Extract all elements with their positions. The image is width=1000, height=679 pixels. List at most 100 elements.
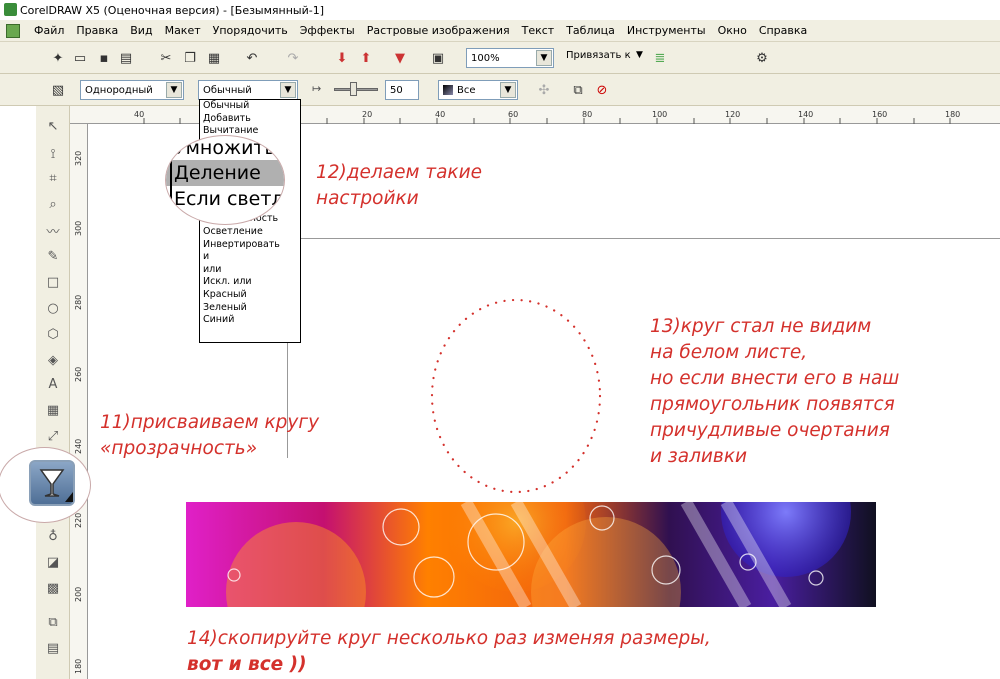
text-tool-icon[interactable]: A <box>43 374 63 394</box>
menu-layout[interactable]: Макет <box>159 24 207 37</box>
transparency-type-combo[interactable]: Однородный ▼ <box>80 80 184 100</box>
dotted-circle[interactable] <box>428 296 604 496</box>
print-icon[interactable]: ▤ <box>116 48 136 68</box>
ruler-top-tick: 140 <box>798 110 814 119</box>
copy-transparency-icon[interactable]: ⧉ <box>568 80 588 100</box>
transparency-type-value: Однородный <box>85 84 153 96</box>
rectangle-tool-icon[interactable]: □ <box>43 272 63 292</box>
smart-fill-icon[interactable]: ✎ <box>43 246 63 266</box>
export-icon[interactable]: ⬆ <box>356 48 376 68</box>
chevron-down-icon[interactable]: ▼ <box>280 82 296 98</box>
apply-to-combo[interactable]: Все ▼ <box>438 80 518 100</box>
annotation-line: 13)круг стал не видим <box>650 316 872 337</box>
ruler-top-tick: 100 <box>652 110 668 119</box>
menu-effects[interactable]: Эффекты <box>294 24 361 37</box>
dropdown-item[interactable]: Искл. или <box>200 276 300 289</box>
ruler-left-tick: 300 <box>74 220 83 236</box>
gradient-rectangle[interactable] <box>186 502 876 607</box>
annotation-line: на белом листе, <box>650 342 808 363</box>
snap-to-label[interactable]: Привязать к <box>566 50 631 61</box>
undo-icon[interactable]: ↶ <box>242 48 262 68</box>
outline-tool-icon[interactable]: ⧉ <box>43 612 63 632</box>
zoom-value: 100% <box>471 52 500 64</box>
zoom-combo[interactable]: 100% ▼ <box>466 48 554 68</box>
table-tool-icon[interactable]: ▦ <box>43 400 63 420</box>
basic-shapes-icon[interactable]: ◈ <box>43 350 63 370</box>
ruler-left-tick: 220 <box>74 512 83 528</box>
annotation-line: 14)скопируйте круг несколько раз изменяя… <box>187 628 711 649</box>
freehand-tool-icon[interactable]: 〰 <box>43 220 63 240</box>
settings-icon[interactable]: ⚙ <box>752 48 772 68</box>
ruler-left-tick: 180 <box>74 658 83 674</box>
dropdown-item[interactable]: Осветление <box>200 226 300 239</box>
launcher-icon[interactable]: ▼ <box>390 48 410 68</box>
annotation-line: «прозрачность» <box>100 438 258 459</box>
dropdown-item[interactable]: или <box>200 264 300 277</box>
open-icon[interactable]: ▭ <box>70 48 90 68</box>
copy-icon[interactable]: ❐ <box>180 48 200 68</box>
menu-tools[interactable]: Инструменты <box>621 24 712 37</box>
ruler-top-tick: 60 <box>508 110 519 119</box>
fill-tool-icon[interactable]: ◪ <box>43 552 63 572</box>
standard-toolbar: ✦ ▭ ▪ ▤ ✂ ❐ ▦ ↶ ↷ ⬇ ⬆ ▼ ▣ 100% ▼ Привяза… <box>0 42 1000 74</box>
annotation-line: и заливки <box>650 446 748 467</box>
chevron-down-icon[interactable]: ▼ <box>536 50 552 66</box>
eyedropper-icon[interactable]: ♁ <box>43 526 63 546</box>
menu-table[interactable]: Таблица <box>560 24 621 37</box>
ellipse-tool-icon[interactable]: ○ <box>43 298 63 318</box>
opacity-value-field[interactable]: 50 <box>385 80 419 100</box>
menu-file[interactable]: Файл <box>28 24 70 37</box>
transparency-mode-value: Обычный <box>203 84 252 96</box>
options-icon[interactable]: ≣ <box>650 48 670 68</box>
chevron-down-icon[interactable]: ▼ <box>500 82 516 98</box>
polygon-tool-icon[interactable]: ⬡ <box>43 324 63 344</box>
menu-text[interactable]: Текст <box>516 24 561 37</box>
welcome-icon[interactable]: ▣ <box>428 48 448 68</box>
transparency-tool-icon[interactable] <box>29 460 75 506</box>
chevron-down-icon[interactable]: ▼ <box>636 50 643 60</box>
dropdown-item[interactable]: Обычный <box>200 100 300 113</box>
menu-help[interactable]: Справка <box>753 24 813 37</box>
annotation-line: прямоугольник появятся <box>650 394 895 415</box>
save-icon[interactable]: ▪ <box>94 48 114 68</box>
ruler-left-tick: 240 <box>74 438 83 454</box>
shape-tool-icon[interactable]: ⟟ <box>43 144 63 164</box>
slider-handle[interactable] <box>350 82 357 96</box>
crop-tool-icon[interactable]: ⌗ <box>43 168 63 188</box>
redo-icon[interactable]: ↷ <box>283 48 303 68</box>
annotation-step-13: 13)круг стал не видим на белом листе, но… <box>650 314 899 470</box>
magnified-tool-lens <box>0 447 91 523</box>
dropdown-item[interactable]: Синий <box>200 314 300 327</box>
edit-transparency-icon[interactable]: ▧ <box>48 80 68 100</box>
ruler-left: 320 300 280 260 240 220 200 180 <box>70 124 88 679</box>
cut-icon[interactable]: ✂ <box>156 48 176 68</box>
color-tool-icon[interactable]: ▤ <box>43 638 63 658</box>
pick-tool-icon[interactable]: ↖ <box>43 116 63 136</box>
menu-view[interactable]: Вид <box>124 24 158 37</box>
lens-list-border <box>170 136 172 224</box>
magnifier-lens: Умножить Деление Если светлее <box>165 135 285 225</box>
paste-icon[interactable]: ▦ <box>204 48 224 68</box>
chevron-down-icon[interactable]: ▼ <box>166 82 182 98</box>
clear-transparency-icon[interactable]: ⊘ <box>592 80 612 100</box>
transparency-mode-combo[interactable]: Обычный ▼ <box>198 80 298 100</box>
wine-glass-icon <box>39 469 73 502</box>
zoom-tool-icon[interactable]: ⌕ <box>43 194 63 214</box>
dropdown-item[interactable]: Добавить <box>200 113 300 126</box>
dropdown-item[interactable]: Инвертировать <box>200 239 300 252</box>
dropdown-item[interactable]: Зеленый <box>200 302 300 315</box>
new-icon[interactable]: ✦ <box>48 48 68 68</box>
dimension-tool-icon[interactable]: ⤢ <box>43 426 63 446</box>
menu-bitmaps[interactable]: Растровые изображения <box>361 24 516 37</box>
import-icon[interactable]: ⬇ <box>332 48 352 68</box>
window-title: CorelDRAW X5 (Оценочная версия) - [Безым… <box>20 3 325 17</box>
dropdown-item[interactable]: и <box>200 251 300 264</box>
dropdown-item[interactable]: Красный <box>200 289 300 302</box>
interactive-fill-icon[interactable]: ▩ <box>43 578 63 598</box>
menu-arrange[interactable]: Упорядочить <box>207 24 294 37</box>
menu-edit[interactable]: Правка <box>70 24 124 37</box>
freeze-icon[interactable]: ✣ <box>534 80 554 100</box>
doc-icon[interactable] <box>6 23 20 38</box>
ruler-top-tick: 40 <box>134 110 145 119</box>
menu-window[interactable]: Окно <box>712 24 753 37</box>
